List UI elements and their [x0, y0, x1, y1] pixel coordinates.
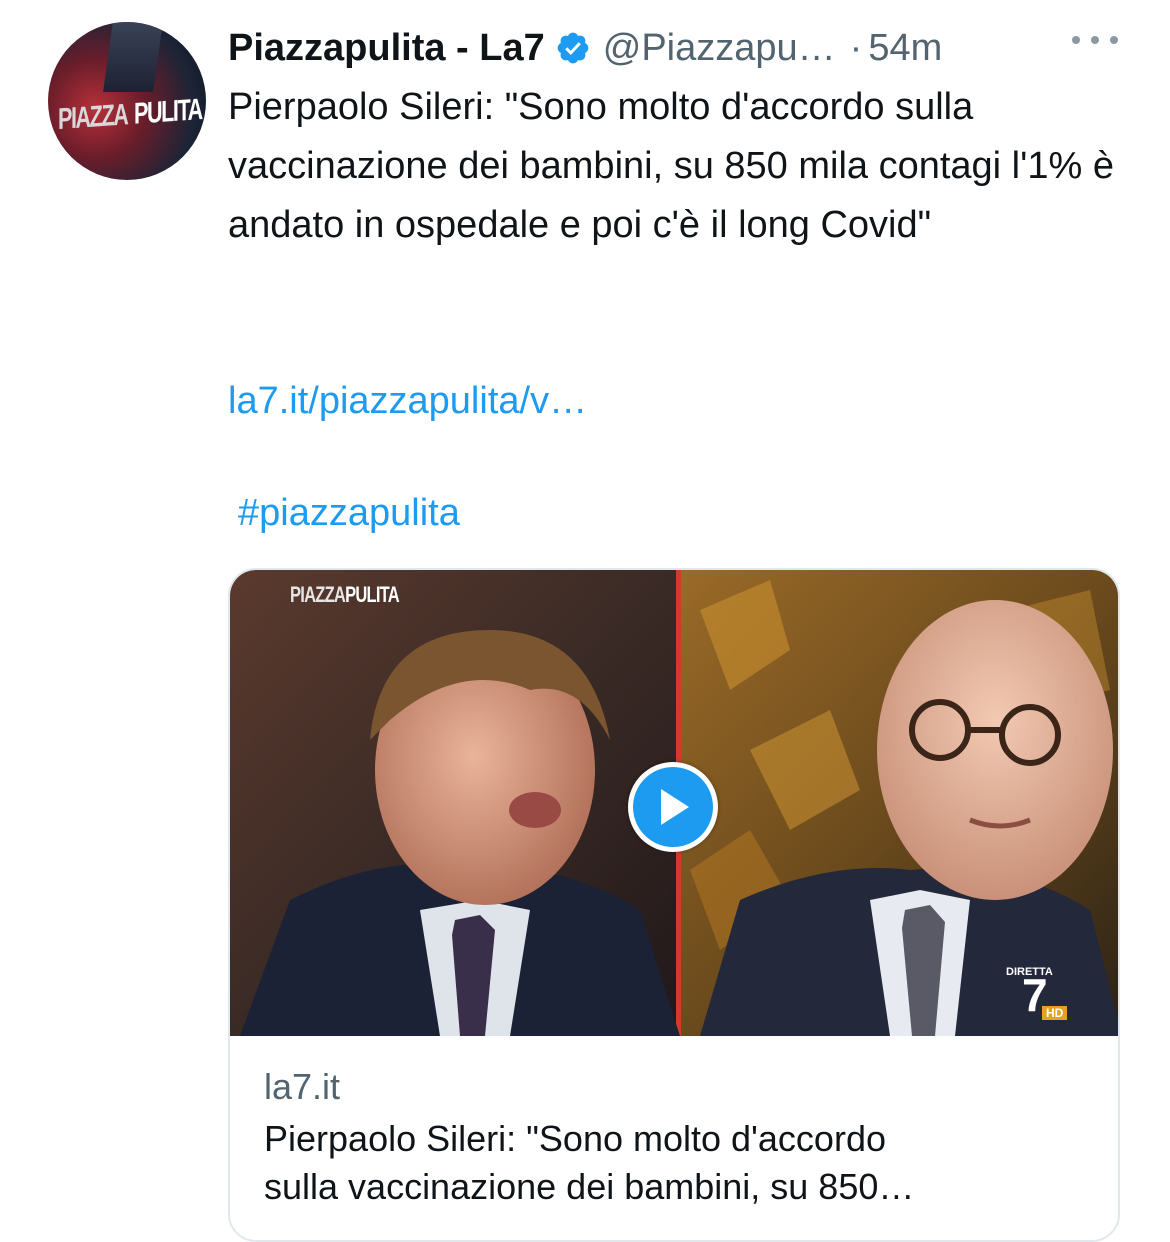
- avatar-logo-text-a: PIAZZA: [58, 98, 128, 137]
- channel-hd-badge: HD: [1042, 1006, 1068, 1020]
- tweet-time[interactable]: 54m: [868, 27, 942, 70]
- avatar-pillar: [103, 22, 163, 92]
- author-handle[interactable]: @Piazzapu…: [603, 27, 836, 70]
- tweet-link[interactable]: la7.it/piazzapulita/v…: [228, 372, 587, 431]
- hashtag-link[interactable]: #piazzapulita: [238, 484, 460, 543]
- avatar[interactable]: PIAZZA PULITA: [48, 22, 206, 180]
- author-name[interactable]: Piazzapulita - La7: [228, 27, 545, 70]
- watermark-text-a: PIAZZA: [290, 582, 346, 607]
- channel-logo: DIRETTA 7 HD: [1004, 966, 1070, 1022]
- tweet-text: Pierpaolo Sileri: "Sono molto d'accordo …: [228, 86, 1114, 246]
- separator-dot: ·: [849, 26, 863, 69]
- card-title-line-1: Pierpaolo Sileri: "Sono molto d'accordo: [264, 1118, 886, 1159]
- play-button[interactable]: [628, 762, 718, 852]
- card-info: la7.it Pierpaolo Sileri: "Sono molto d'a…: [264, 1058, 1084, 1212]
- avatar-logo: PIAZZA PULITA: [58, 87, 203, 143]
- video-thumbnail[interactable]: PIAZZAPULITA DIRETTA 7 HD: [230, 570, 1118, 1036]
- link-card[interactable]: PIAZZAPULITA DIRETTA 7 HD la7.it Pierpao…: [228, 568, 1120, 1242]
- more-dot: [1072, 36, 1080, 44]
- tweet-header: Piazzapulita - La7 @Piazzapu… · 54m: [228, 20, 942, 76]
- card-title-line-2: sulla vaccinazione dei bambini, su 850…: [264, 1166, 915, 1207]
- play-icon: [633, 767, 713, 847]
- avatar-logo-text-b: PULITA: [134, 92, 203, 131]
- more-options-icon[interactable]: [1072, 30, 1118, 50]
- watermark-text-b: PULITA: [345, 582, 400, 607]
- video-watermark: PIAZZAPULITA: [290, 582, 400, 608]
- verified-badge-icon: [555, 30, 591, 66]
- more-dot: [1091, 36, 1099, 44]
- more-dot: [1110, 36, 1118, 44]
- card-domain: la7.it: [264, 1066, 341, 1107]
